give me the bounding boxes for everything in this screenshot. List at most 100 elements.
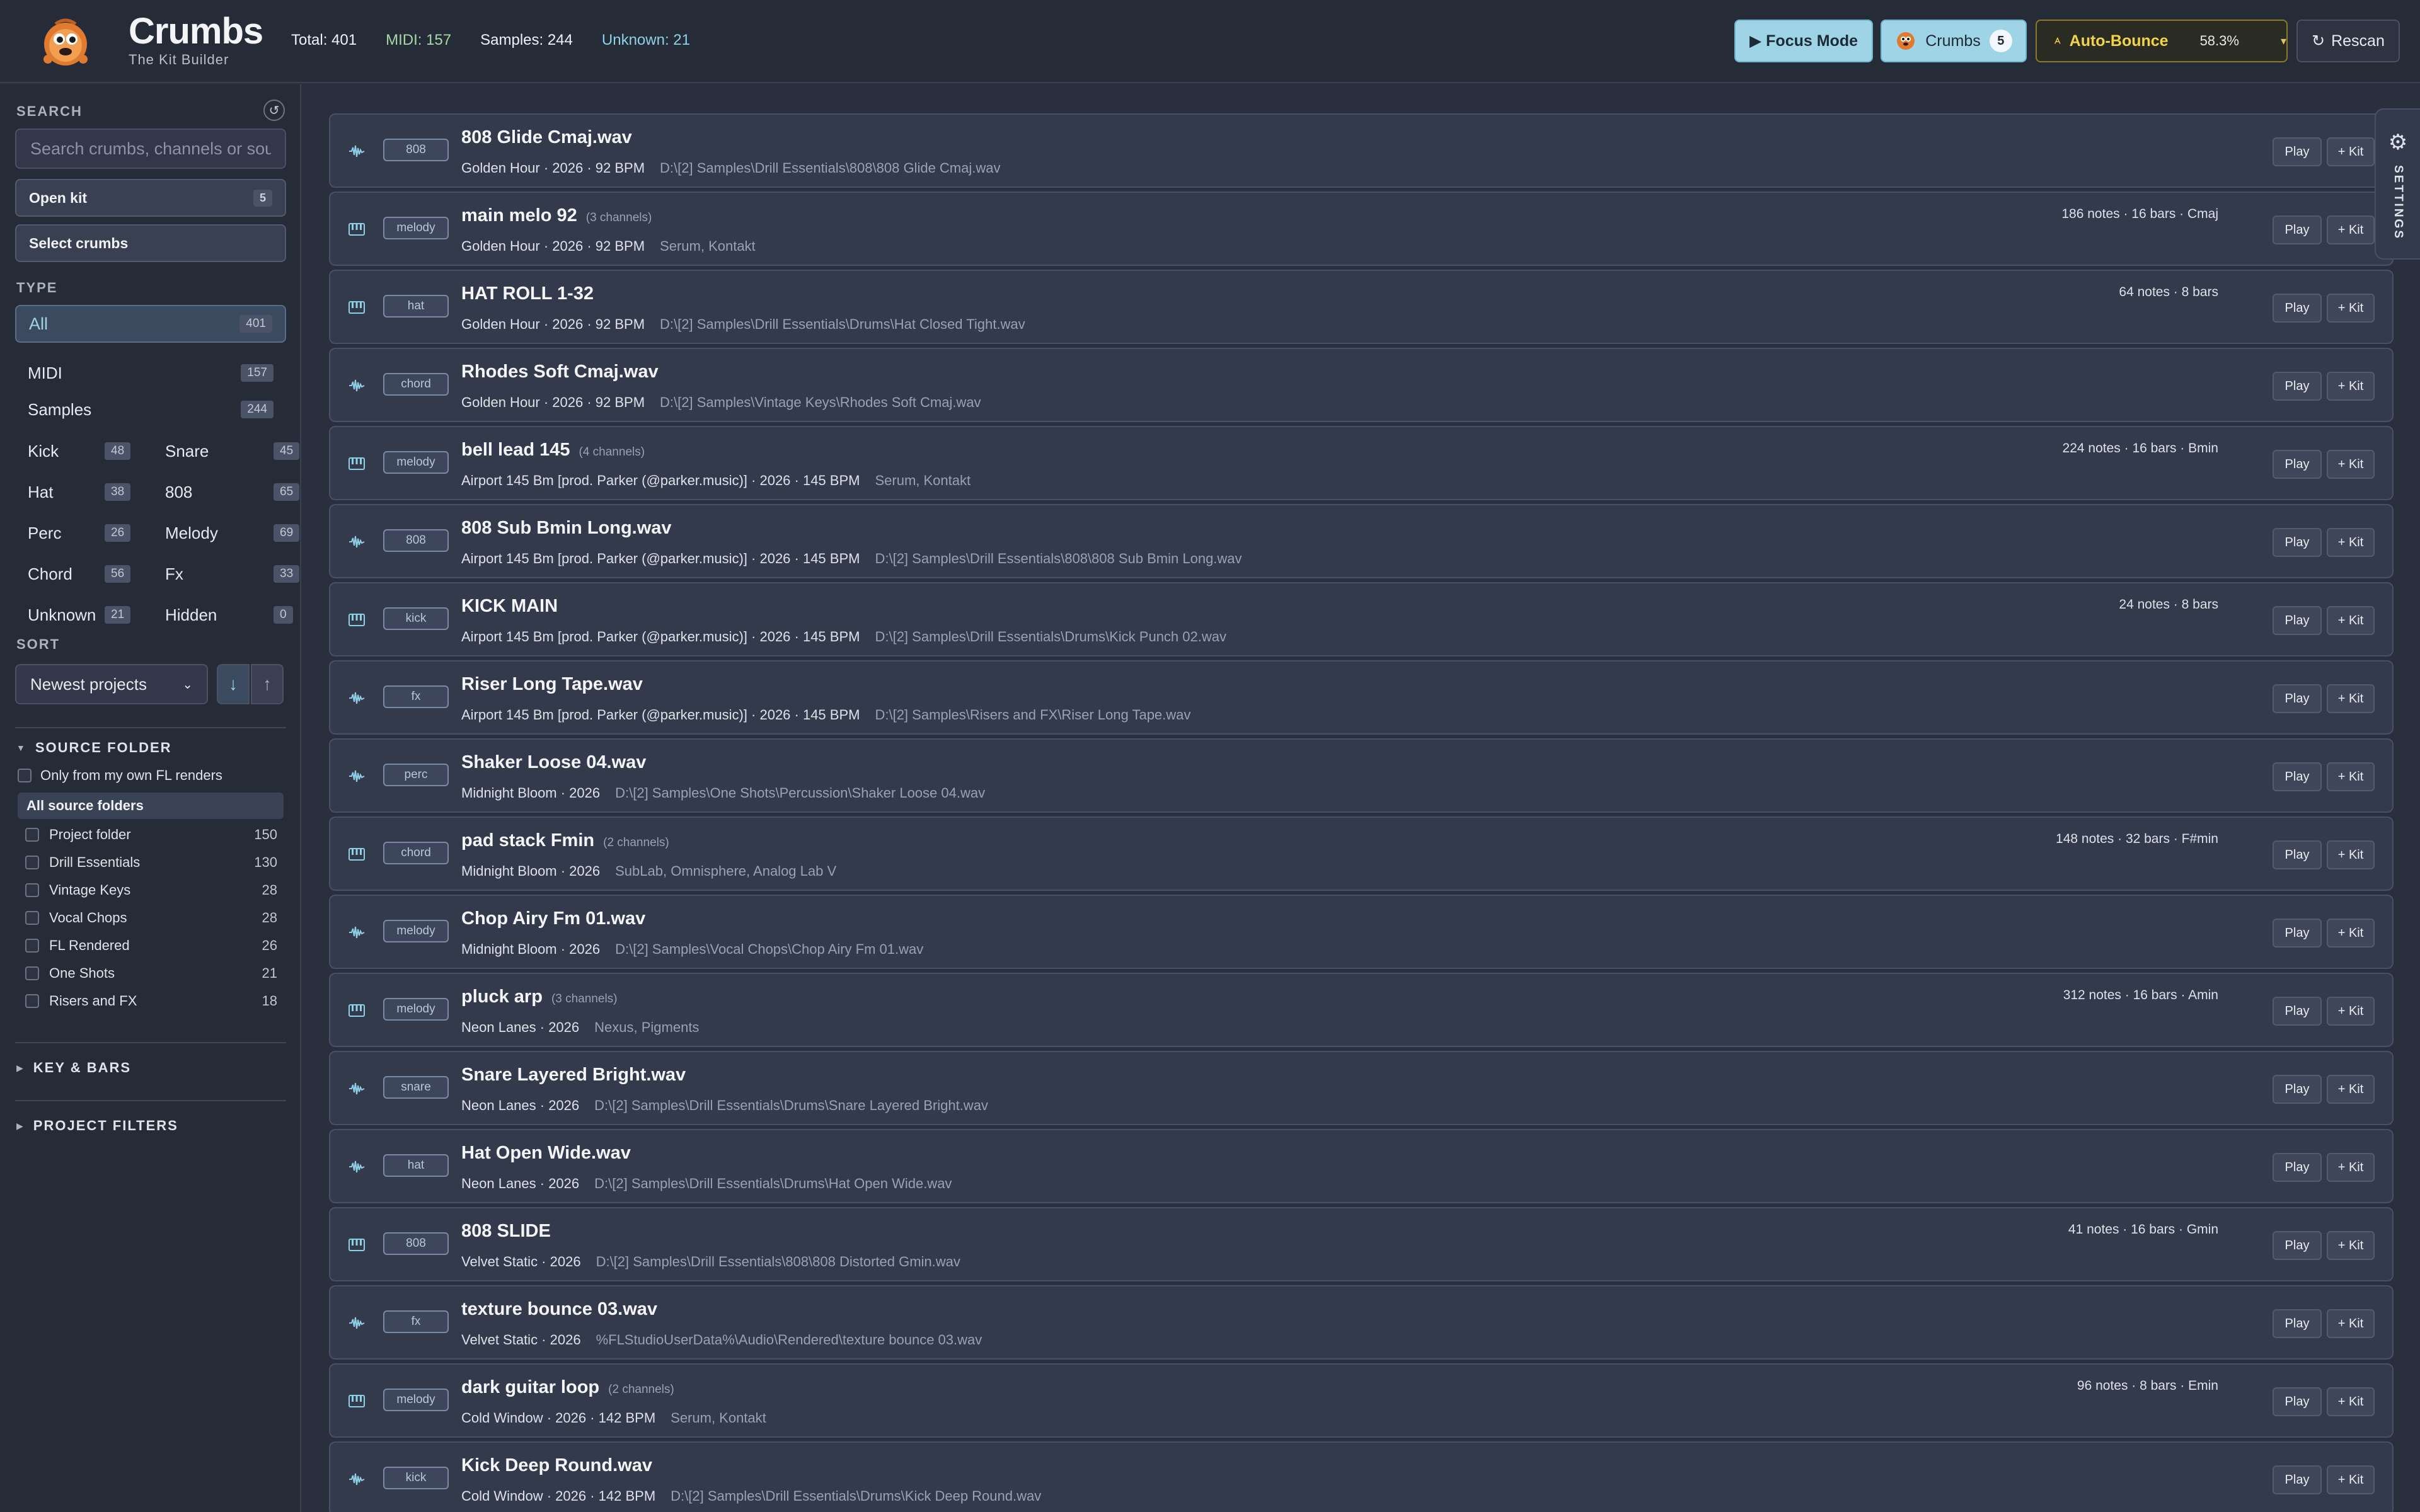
key-bars-toggle[interactable]: ▶ KEY & BARS [16,1060,131,1076]
add-to-kit-button[interactable]: + Kit [2327,919,2375,948]
type-filter-perc[interactable]: Perc 26 [28,517,154,549]
source-folder-row[interactable]: Risers and FX 18 [25,993,277,1009]
open-kit-button[interactable]: Open kit 5 [15,179,286,217]
source-folder-checkbox[interactable] [25,883,39,897]
rescan-button[interactable]: ↻ Rescan [2296,20,2400,62]
play-button[interactable]: Play [2273,606,2322,635]
search-input[interactable] [15,129,286,169]
crumb-row[interactable]: kick Kick Deep Round.wav Cold Window · 202… [329,1441,2394,1512]
play-button[interactable]: Play [2273,840,2322,869]
crumb-row[interactable]: 808 808 SLIDE Velvet Static · 2026 D:\[2] S… [329,1207,2394,1281]
crumb-row[interactable]: melody main melo 92 (3 channels) Golden Hou… [329,192,2394,266]
type-filter-808[interactable]: 808 65 [165,476,300,508]
source-folder-checkbox[interactable] [25,939,39,953]
crumb-row[interactable]: chord pad stack Fmin (2 channels) Midnight … [329,816,2394,891]
play-button[interactable]: Play [2273,1309,2322,1338]
play-button[interactable]: Play [2273,997,2322,1026]
add-to-kit-button[interactable]: + Kit [2327,450,2375,479]
source-folder-row[interactable]: Project folder 150 [25,827,277,843]
crumbs-button[interactable]: Crumbs 5 [1881,20,2027,62]
play-button[interactable]: Play [2273,137,2322,166]
settings-tab[interactable]: ⚙ SETTINGS [2375,108,2420,260]
crumb-row[interactable]: fx texture bounce 03.wav Velvet Static · 2… [329,1285,2394,1360]
play-button[interactable]: Play [2273,919,2322,948]
add-to-kit-button[interactable]: + Kit [2327,372,2375,401]
type-filter-midi[interactable]: MIDI 157 [15,357,286,389]
source-folder-row[interactable]: Vocal Chops 28 [25,910,277,926]
type-filter-unknown[interactable]: Unknown 21 [28,598,154,631]
all-source-folders[interactable]: All source folders [18,793,284,819]
source-folder-row[interactable]: FL Rendered 26 [25,937,277,954]
play-button[interactable]: Play [2273,1231,2322,1260]
type-filter-hidden[interactable]: Hidden 0 [165,598,293,631]
add-to-kit-button[interactable]: + Kit [2327,294,2375,323]
source-folder-row[interactable]: One Shots 21 [25,965,277,982]
sort-descending-button[interactable]: ↓ [217,664,250,704]
add-to-kit-button[interactable]: + Kit [2327,684,2375,713]
add-to-kit-button[interactable]: + Kit [2327,1387,2375,1416]
crumb-row[interactable]: snare Snare Layered Bright.wav Neon Lanes … [329,1051,2394,1125]
add-to-kit-button[interactable]: + Kit [2327,997,2375,1026]
type-filter-kick[interactable]: Kick 48 [28,435,154,467]
add-to-kit-button[interactable]: + Kit [2327,528,2375,557]
add-to-kit-button[interactable]: + Kit [2327,1309,2375,1338]
own-renders-checkbox-row[interactable]: Only from my own FL renders [18,767,222,784]
play-button[interactable]: Play [2273,294,2322,323]
crumb-row[interactable]: perc Shaker Loose 04.wav Midnight Bloom · … [329,738,2394,813]
select-crumbs-button[interactable]: Select crumbs [15,224,286,262]
source-folder-checkbox[interactable] [25,856,39,869]
play-button[interactable]: Play [2273,1387,2322,1416]
crumb-row[interactable]: melody dark guitar loop (2 channels) Cold W… [329,1363,2394,1438]
play-button[interactable]: Play [2273,1153,2322,1182]
auto-bounce-button[interactable]: Auto-Bounce 58.3% ▾ [2036,20,2288,62]
crumb-row[interactable]: 808 808 Glide Cmaj.wav Golden Hour · 2026 … [329,113,2394,188]
source-folder-toggle[interactable]: ▼ SOURCE FOLDER [16,740,172,756]
focus-mode-button[interactable]: ▶ Focus Mode [1734,20,1873,62]
sort-ascending-button[interactable]: ↑ [251,664,284,704]
source-folder-checkbox[interactable] [25,911,39,925]
play-button[interactable]: Play [2273,1075,2322,1104]
chevron-down-icon[interactable]: ▾ [2281,35,2286,48]
play-button[interactable]: Play [2273,762,2322,791]
crumb-row[interactable]: kick KICK MAIN Airport 145 Bm [prod. Parke… [329,582,2394,656]
add-to-kit-button[interactable]: + Kit [2327,137,2375,166]
crumb-row[interactable]: melody bell lead 145 (4 channels) Airport 1… [329,426,2394,500]
type-filter-all[interactable]: All 401 [15,305,286,343]
crumb-row[interactable]: melody Chop Airy Fm 01.wav Midnight Bloom … [329,895,2394,969]
project-filters-toggle[interactable]: ▶ PROJECT FILTERS [16,1118,178,1134]
type-filter-snare[interactable]: Snare 45 [165,435,300,467]
add-to-kit-button[interactable]: + Kit [2327,1231,2375,1260]
add-to-kit-button[interactable]: + Kit [2327,1465,2375,1494]
source-folder-checkbox[interactable] [25,966,39,980]
source-folder-row[interactable]: Vintage Keys 28 [25,882,277,898]
reset-search-icon[interactable]: ↺ [263,100,285,121]
play-button[interactable]: Play [2273,684,2322,713]
add-to-kit-button[interactable]: + Kit [2327,1153,2375,1182]
source-folder-checkbox[interactable] [25,994,39,1008]
type-filter-chord[interactable]: Chord 56 [28,558,154,590]
crumb-row[interactable]: fx Riser Long Tape.wav Airport 145 Bm [pro… [329,660,2394,735]
type-filter-samples[interactable]: Samples 244 [15,393,286,426]
add-to-kit-button[interactable]: + Kit [2327,840,2375,869]
add-to-kit-button[interactable]: + Kit [2327,762,2375,791]
crumb-row[interactable]: 808 808 Sub Bmin Long.wav Airport 145 Bm [… [329,504,2394,578]
source-folder-row[interactable]: Drill Essentials 130 [25,854,277,871]
add-to-kit-button[interactable]: + Kit [2327,215,2375,244]
crumb-row[interactable]: melody pluck arp (3 channels) Neon Lanes · … [329,973,2394,1047]
crumb-row[interactable]: hat HAT ROLL 1-32 Golden Hour · 2026 · 92 … [329,270,2394,344]
sort-select[interactable]: Newest projects ⌄ [15,664,208,704]
play-button[interactable]: Play [2273,1465,2322,1494]
play-button[interactable]: Play [2273,215,2322,244]
play-button[interactable]: Play [2273,528,2322,557]
type-filter-melody[interactable]: Melody 69 [165,517,300,549]
type-filter-hat[interactable]: Hat 38 [28,476,154,508]
add-to-kit-button[interactable]: + Kit [2327,606,2375,635]
source-folder-checkbox[interactable] [25,828,39,842]
play-button[interactable]: Play [2273,450,2322,479]
crumb-row[interactable]: chord Rhodes Soft Cmaj.wav Golden Hour · 2… [329,348,2394,422]
own-renders-checkbox[interactable] [18,769,32,782]
add-to-kit-button[interactable]: + Kit [2327,1075,2375,1104]
type-filter-fx[interactable]: Fx 33 [165,558,300,590]
crumb-row[interactable]: hat Hat Open Wide.wav Neon Lanes · 2026 D:\… [329,1129,2394,1203]
play-button[interactable]: Play [2273,372,2322,401]
